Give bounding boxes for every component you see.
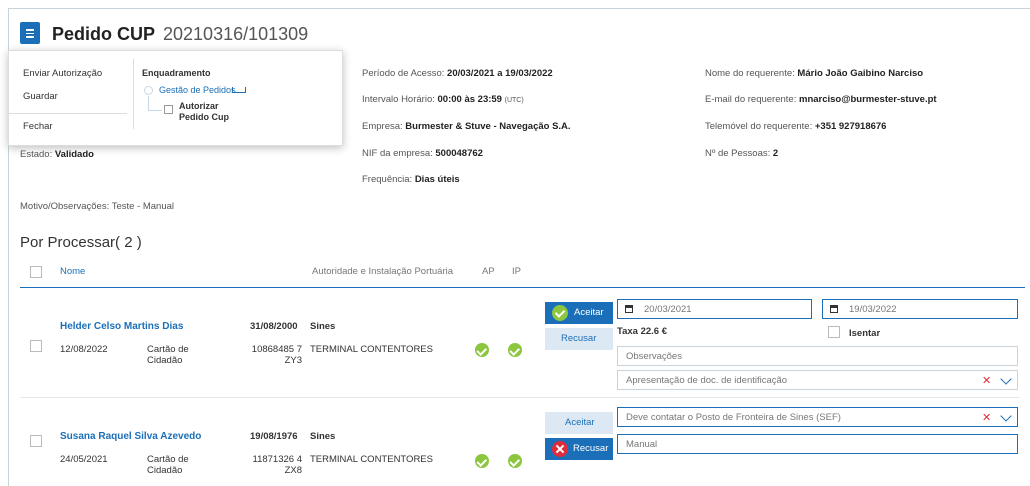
row-2-date: 24/05/2021 — [60, 454, 108, 465]
col-header-ip: IP — [512, 266, 521, 277]
col-header-autoridade: Autoridade e Instalação Portuária — [312, 266, 454, 277]
row-2-port: Sines — [310, 431, 336, 442]
row-2-ap-check-icon — [475, 454, 489, 468]
row-1-ip-check-icon — [508, 343, 522, 357]
row-1-isentar-label: Isentar — [849, 328, 881, 339]
frequencia-field: Frequência: Dias úteis — [362, 174, 460, 185]
row-2-doc-number: 11871326 4 ZX8 — [252, 454, 303, 476]
row-2-doc-type: Cartão de Cidadão — [147, 454, 189, 476]
row-1-port: Sines — [310, 321, 336, 332]
row-1-birth-date: 31/08/2000 — [250, 321, 298, 332]
chevron-down-icon[interactable] — [1000, 373, 1012, 385]
row-1-date: 12/08/2022 — [60, 344, 108, 355]
telemovel-field: Telemóvel do requerente: +351 927918676 — [705, 121, 887, 132]
workflow-connector — [148, 96, 149, 110]
chevron-down-icon[interactable] — [1000, 410, 1012, 422]
row-2-terminal: TERMINAL CONTENTORES — [310, 454, 433, 465]
empresa-field: Empresa: Burmester & Stuve - Navegação S… — [362, 121, 571, 132]
estado-field: Estado: Validado — [20, 149, 94, 160]
periodo-field: Período de Acesso: 20/03/2021 a 19/03/20… — [362, 68, 553, 79]
menu-vertical-divider — [133, 59, 134, 129]
guardar-menu-item[interactable]: Guardar — [23, 91, 58, 102]
row-2-checkbox[interactable] — [30, 435, 42, 447]
row-1-accept-button[interactable]: Aceitar — [545, 302, 613, 324]
row-1-observacoes-input[interactable]: Observações — [617, 346, 1018, 366]
row-1-end-date-input[interactable]: 19/03/2022 — [822, 299, 1018, 319]
row-2-ip-check-icon — [508, 454, 522, 468]
clear-icon[interactable]: ✕ — [982, 411, 991, 424]
select-all-checkbox[interactable] — [30, 266, 42, 278]
col-header-ap: AP — [482, 266, 495, 277]
x-circle-icon — [552, 441, 568, 457]
row-2-motivo-select[interactable]: Deve contatar o Posto de Fronteira de Si… — [617, 407, 1018, 427]
row-1-name-link[interactable]: Helder Celso Martins Dias — [60, 321, 183, 332]
request-number: 20210316/101309 — [163, 24, 309, 44]
page-title: Pedido CUP 20210316/101309 — [52, 24, 309, 44]
pessoas-field: Nº de Pessoas: 2 — [705, 148, 779, 159]
check-icon — [552, 305, 568, 321]
row-1-refuse-button[interactable]: Recusar — [545, 328, 613, 350]
workflow-step-box-icon — [164, 105, 173, 114]
workflow-heading: Enquadramento — [142, 68, 211, 78]
workflow-link-icon — [232, 87, 246, 93]
workflow-step-gestao[interactable]: Gestão de Pedidos — [159, 85, 236, 95]
menu-divider — [9, 113, 127, 114]
document-icon — [20, 22, 40, 44]
enviar-autorizacao-menu-item[interactable]: Enviar Autorização — [23, 68, 102, 79]
calendar-icon — [830, 305, 838, 313]
row-1-terminal: TERMINAL CONTENTORES — [310, 344, 433, 355]
row-1-doc-type: Cartão de Cidadão — [147, 344, 189, 366]
row-divider — [20, 397, 1020, 398]
actions-dropdown: Enviar Autorização Guardar Fechar Enquad… — [8, 50, 343, 146]
calendar-icon — [625, 305, 633, 313]
row-1-motivo-select[interactable]: Apresentação de doc. de identificação ✕ — [617, 370, 1018, 390]
nif-field: NIF da empresa: 500048762 — [362, 148, 483, 159]
row-2-refuse-button[interactable]: Recusar — [545, 438, 613, 460]
workflow-connector-h — [148, 110, 162, 111]
workflow-step-autorizar[interactable]: Autorizar Pedido Cup — [179, 101, 229, 123]
row-1-doc-number: 10868485 7 ZY3 — [251, 344, 302, 366]
col-header-nome[interactable]: Nome — [60, 266, 85, 277]
row-2-accept-button[interactable]: Aceitar — [545, 412, 613, 434]
row-1-ap-check-icon — [475, 343, 489, 357]
row-1-taxa: Taxa 22.6 € — [617, 326, 668, 337]
email-field: E-mail do requerente: mnarciso@burmester… — [705, 94, 937, 105]
row-1-start-date-input[interactable]: 20/03/2021 — [617, 299, 812, 319]
row-2-birth-date: 19/08/1976 — [250, 431, 298, 442]
intervalo-field: Intervalo Horário: 00:00 às 23:59 (UTC) — [362, 94, 524, 105]
clear-icon[interactable]: ✕ — [982, 374, 991, 387]
row-2-name-link[interactable]: Susana Raquel Silva Azevedo — [60, 431, 201, 442]
row-1-checkbox[interactable] — [30, 340, 42, 352]
requerente-field: Nome do requerente: Mário João Gaibino N… — [705, 68, 924, 79]
fechar-menu-item[interactable]: Fechar — [23, 121, 53, 132]
row-2-observacoes-input[interactable]: Manual — [617, 434, 1018, 454]
workflow-step-circle-icon — [144, 86, 153, 95]
header-divider — [20, 287, 1025, 288]
motivo-text: Motivo/Observações: Teste - Manual — [20, 201, 175, 212]
row-1-isentar-checkbox[interactable] — [828, 326, 840, 338]
section-title: Por Processar( 2 ) — [20, 234, 142, 251]
